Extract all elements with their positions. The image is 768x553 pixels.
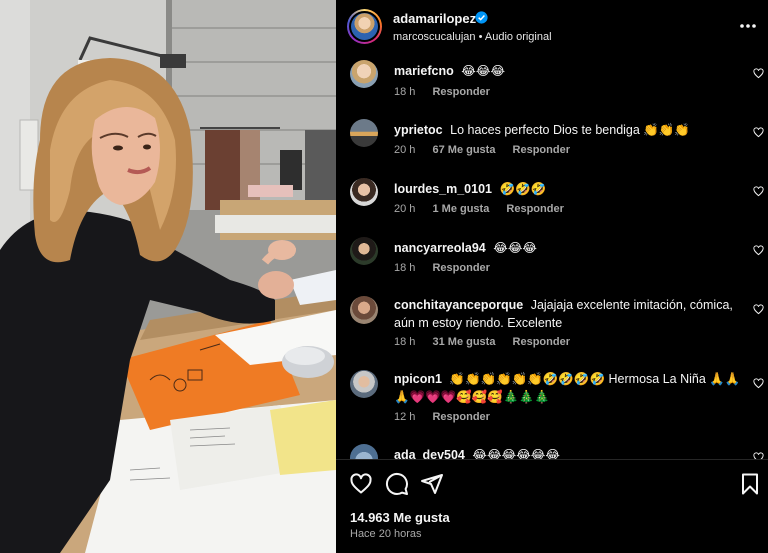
author-username[interactable]: adamarilopez — [393, 11, 476, 26]
comment-like-icon[interactable] — [753, 452, 764, 459]
reply-button[interactable]: Responder — [432, 262, 489, 274]
comment-like-count[interactable]: 67 Me gusta — [432, 144, 495, 156]
comment-like-icon[interactable] — [753, 378, 764, 389]
video-frame — [0, 0, 336, 553]
comment-like-count[interactable]: 31 Me gusta — [432, 336, 495, 348]
reply-button[interactable]: Responder — [506, 203, 563, 215]
comment-time: 20 h — [394, 144, 416, 156]
comment-like-icon[interactable] — [753, 68, 764, 79]
post-header: adamarilopez marcoscucalujan • Audio ori… — [336, 0, 768, 52]
comment-username[interactable]: conchitayanceporque — [394, 298, 523, 312]
comment-bubble-icon[interactable] — [385, 472, 409, 496]
comment-username[interactable]: npicon1 — [394, 372, 442, 386]
audio-attribution[interactable]: marcoscucalujan • Audio original — [393, 31, 552, 43]
commenter-avatar[interactable] — [350, 178, 378, 206]
comment-username[interactable]: ada_dev504 — [394, 448, 465, 459]
reply-button[interactable]: Responder — [432, 411, 489, 423]
comment-like-icon[interactable] — [753, 304, 764, 315]
comment-like-count[interactable]: 1 Me gusta — [432, 203, 489, 215]
bookmark-icon[interactable] — [738, 472, 762, 496]
post-video[interactable] — [0, 0, 336, 553]
comment-text: 😂😂😂 — [461, 64, 506, 78]
commenter-avatar[interactable] — [350, 444, 378, 459]
post-actions-bar — [336, 466, 768, 502]
commenter-avatar[interactable] — [350, 237, 378, 265]
comment-text: 😂😂😂😂😂😂 — [472, 448, 561, 459]
actions-divider — [336, 459, 768, 460]
heart-icon[interactable] — [349, 472, 373, 496]
comment-time: 20 h — [394, 203, 416, 215]
paper-plane-icon[interactable] — [420, 472, 444, 496]
likes-count[interactable]: 14.963 Me gusta — [350, 510, 450, 525]
comment-time: 18 h — [394, 336, 416, 348]
comment-time: 18 h — [394, 262, 416, 274]
comments-list[interactable]: mariefcno 😂😂😂 18 h Responder yprietoc Lo… — [336, 52, 768, 459]
commenter-avatar[interactable] — [350, 370, 378, 398]
comment-username[interactable]: yprietoc — [394, 123, 443, 137]
reply-button[interactable]: Responder — [513, 144, 570, 156]
comment-text: Lo haces perfecto Dios te bendiga 👏👏👏 — [450, 123, 690, 137]
author-avatar[interactable] — [347, 9, 382, 44]
commenter-avatar[interactable] — [350, 60, 378, 88]
comment-text: 🤣🤣🤣 — [499, 182, 547, 196]
reply-button[interactable]: Responder — [432, 86, 489, 98]
commenter-avatar[interactable] — [350, 119, 378, 147]
verified-badge-icon — [475, 11, 488, 24]
comment-username[interactable]: mariefcno — [394, 64, 454, 78]
post-details-panel: adamarilopez marcoscucalujan • Audio ori… — [336, 0, 768, 553]
comment-text: 👏👏👏👏👏👏🤣🤣🤣🤣 Hermosa La Niña 🙏🙏🙏💗💗💗🥰🥰🥰🎄🎄🎄 — [394, 372, 741, 404]
comment-time: 12 h — [394, 411, 416, 423]
comment-like-icon[interactable] — [753, 127, 764, 138]
comment-time: 18 h — [394, 86, 416, 98]
more-options-icon[interactable] — [737, 16, 759, 36]
comment-text: 😂😂😂 — [493, 241, 538, 255]
post-timestamp[interactable]: Hace 20 horas — [350, 528, 422, 540]
comment-username[interactable]: lourdes_m_0101 — [394, 182, 492, 196]
reply-button[interactable]: Responder — [513, 336, 570, 348]
comment-username[interactable]: nancyarreola94 — [394, 241, 486, 255]
comment-like-icon[interactable] — [753, 245, 764, 256]
commenter-avatar[interactable] — [350, 296, 378, 324]
comment-like-icon[interactable] — [753, 186, 764, 197]
